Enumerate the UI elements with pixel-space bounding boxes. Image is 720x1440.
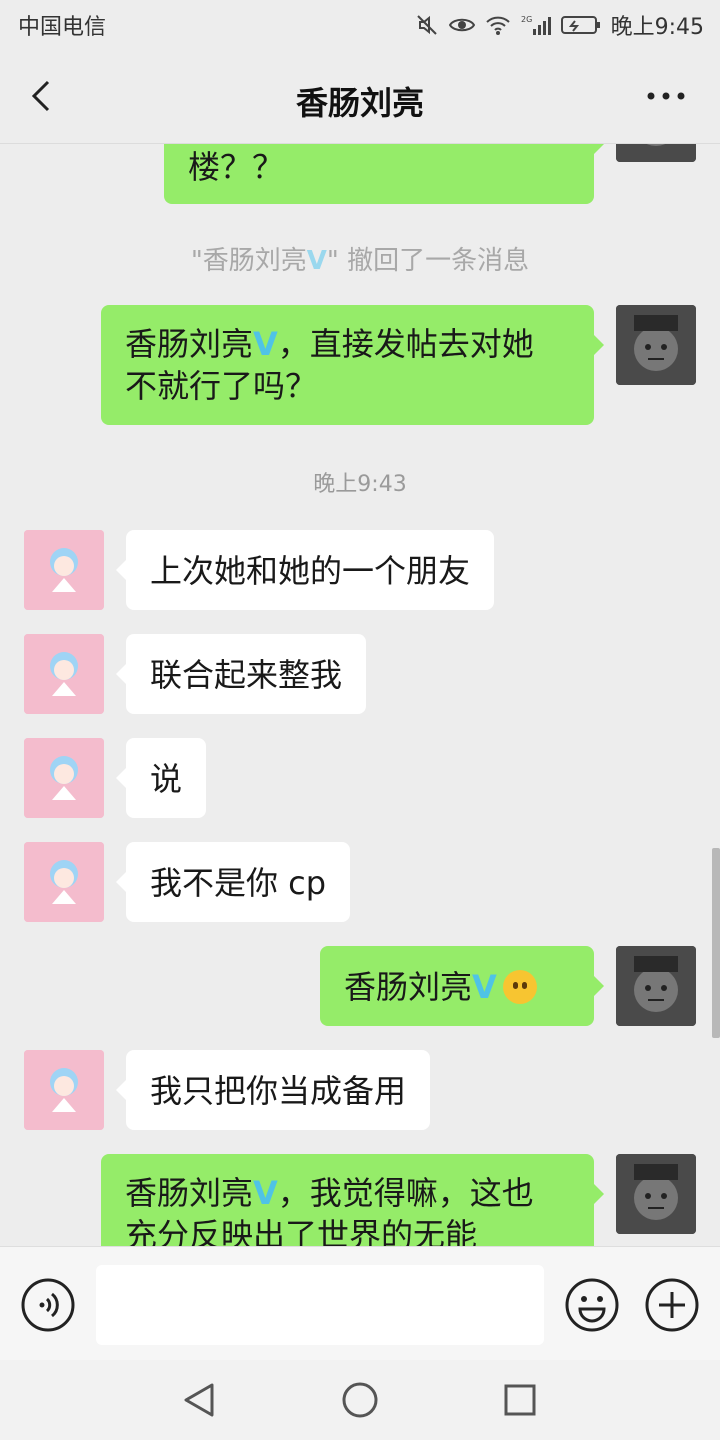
wifi-icon (485, 14, 511, 36)
message-line: 香肠刘亮V，直接发帖去对她 (125, 325, 534, 363)
message-text: 我只把你当成备用 (150, 1072, 407, 1110)
message-text: 我不是你 cp (150, 864, 327, 902)
message-line: 香肠刘亮V，我觉得嘛，这也 (125, 1174, 534, 1212)
scrollbar[interactable] (712, 848, 720, 1038)
my-avatar[interactable] (616, 144, 696, 162)
verified-badge-icon: V (306, 246, 327, 276)
plus-icon[interactable] (644, 1277, 700, 1333)
my-avatar[interactable] (616, 946, 696, 1026)
mute-icon (415, 13, 439, 37)
circle-home-icon[interactable] (340, 1380, 380, 1420)
neutral-face-emoji-icon (502, 970, 537, 1004)
message-input[interactable] (96, 1265, 544, 1345)
message-text: 联合起来整我 (150, 656, 343, 694)
message-bubble-outgoing[interactable]: 香肠刘亮V (320, 946, 604, 1026)
verified-badge-icon: V (472, 968, 497, 1006)
svg-text:2G: 2G (521, 15, 532, 24)
message-bubble-outgoing[interactable]: 香肠刘亮V，直接发帖去对她 不就行了吗？ (101, 305, 604, 425)
contact-avatar[interactable] (24, 738, 104, 818)
my-avatar[interactable] (616, 305, 696, 385)
chat-message-list[interactable]: 楼？？ "香肠刘亮V" 撤回了一条消息 香肠刘亮V，直接发帖去对她 不就行了吗？… (0, 144, 720, 1246)
verified-badge-icon: V (253, 325, 278, 363)
message-text: 香肠刘亮 (344, 968, 473, 1006)
clock-label: 晚上9:45 (610, 15, 704, 40)
system-navigation-bar (0, 1360, 720, 1440)
message-line: 充分反映出了世界的无能 (125, 1216, 478, 1246)
contact-avatar[interactable] (24, 634, 104, 714)
message-line: 不就行了吗？ (125, 367, 318, 405)
message-bubble-incoming[interactable]: 我不是你 cp (115, 842, 351, 922)
battery-icon (560, 15, 601, 35)
square-recent-icon[interactable] (500, 1380, 540, 1420)
contact-avatar[interactable] (24, 530, 104, 610)
recall-notice: "香肠刘亮V" 撤回了一条消息 (190, 246, 530, 276)
contact-avatar[interactable] (24, 842, 104, 922)
message-bubble-incoming[interactable]: 我只把你当成备用 (115, 1050, 431, 1130)
signal-icon: 2G (521, 14, 551, 36)
message-bubble-incoming[interactable]: 说 (115, 738, 207, 818)
carrier-label: 中国电信 (18, 15, 107, 40)
status-bar: 中国电信 2G 晚上9:45 (0, 0, 720, 50)
message-bubble-incoming[interactable]: 上次她和她的一个朋友 (115, 530, 495, 610)
voice-icon[interactable] (20, 1277, 76, 1333)
message-text: 说 (150, 760, 183, 798)
eye-icon (448, 15, 475, 35)
contact-avatar[interactable] (24, 1050, 104, 1130)
message-input-bar (0, 1246, 720, 1360)
message-bubble-incoming[interactable]: 联合起来整我 (115, 634, 367, 714)
status-icons: 2G 晚上9:45 (415, 9, 704, 41)
triangle-back-icon[interactable] (180, 1380, 220, 1420)
timestamp-label: 晚上9:43 (313, 472, 407, 497)
message-bubble-outgoing[interactable]: 楼？？ (164, 144, 604, 204)
verified-badge-icon: V (253, 1174, 278, 1212)
message-text: 上次她和她的一个朋友 (150, 552, 471, 590)
my-avatar[interactable] (616, 1154, 696, 1234)
chat-header: 香肠刘亮 (0, 50, 720, 144)
page-title: 香肠刘亮 (295, 84, 424, 122)
emoji-icon[interactable] (564, 1277, 620, 1333)
message-bubble-outgoing[interactable]: 香肠刘亮V，我觉得嘛，这也 充分反映出了世界的无能 (101, 1154, 604, 1246)
message-text: 楼？？ (188, 148, 285, 186)
more-dots-icon[interactable] (646, 86, 686, 106)
